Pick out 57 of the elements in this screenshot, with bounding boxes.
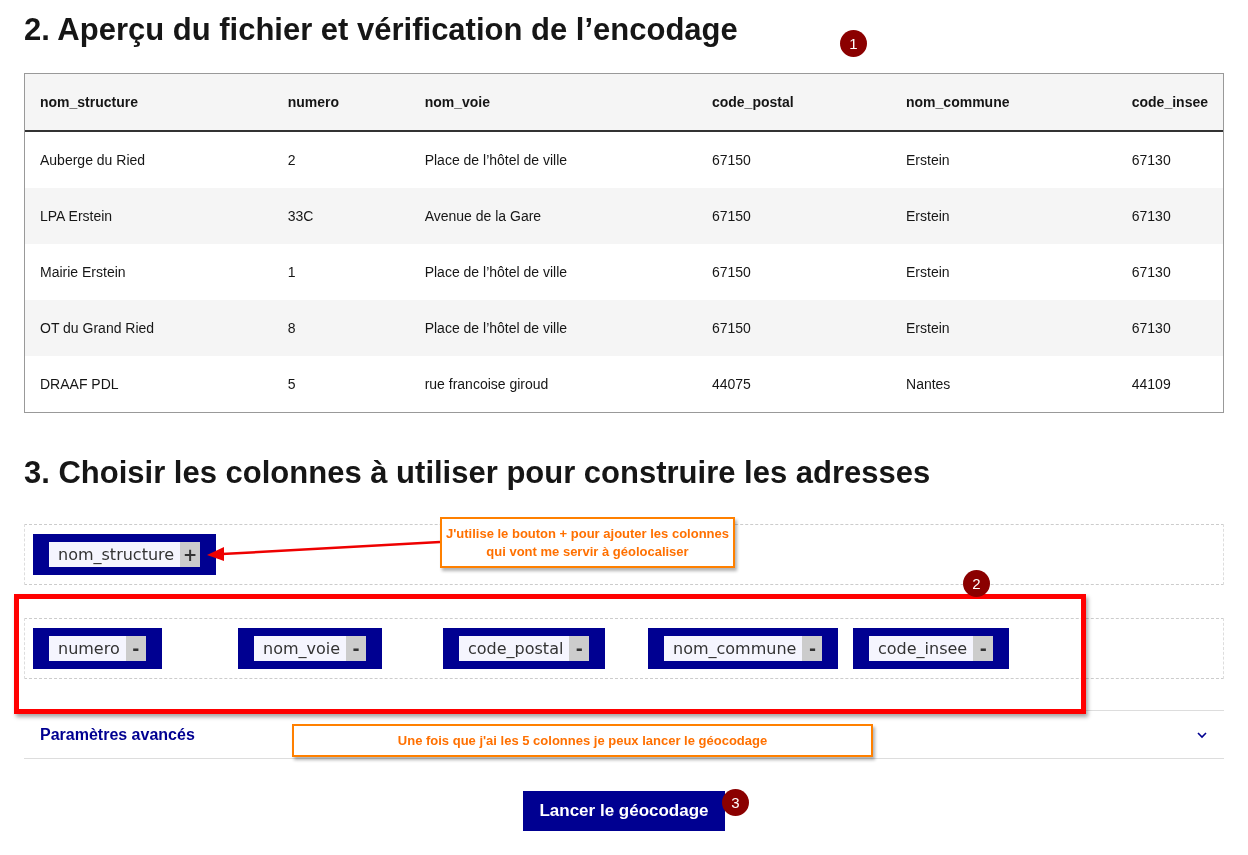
column-name: nom_structure: [49, 542, 181, 567]
callout-note: Une fois que j'ai les 5 colonnes je peux lancer le géocodage: [292, 724, 873, 757]
header-cell: nom_commune: [891, 74, 1117, 131]
table-cell: 44075: [696, 356, 891, 412]
column-name: nom_commune: [664, 636, 803, 661]
table-cell: Erstein: [891, 244, 1117, 300]
remove-button[interactable]: -: [346, 636, 367, 661]
column-name: nom_voie: [254, 636, 347, 661]
table-cell: 67130: [1116, 300, 1223, 356]
table-cell: Mairie Erstein: [25, 244, 273, 300]
header-cell: nom_structure: [25, 74, 273, 131]
column-name: numero: [49, 636, 126, 661]
table-cell: Nantes: [891, 356, 1117, 412]
section-title: 2. Aperçu du fichier et vérification de l’encodage: [24, 12, 738, 48]
table-cell: 1: [272, 244, 410, 300]
table-cell: 67130: [1116, 131, 1223, 188]
chevron-icon: [1196, 730, 1208, 739]
column-name: code_insee: [869, 636, 974, 661]
table-cell: Place de l’hôtel de ville: [409, 244, 697, 300]
remove-button[interactable]: -: [973, 636, 994, 661]
table-cell: OT du Grand Ried: [25, 300, 273, 356]
table-cell: 67130: [1116, 188, 1223, 244]
number-badge: 1: [840, 30, 867, 57]
table-cell: DRAAF PDL: [25, 356, 273, 412]
remove-button[interactable]: -: [125, 636, 146, 661]
header-cell: code_postal: [696, 74, 891, 131]
header-cell: numero: [272, 74, 410, 131]
table-cell: Avenue de la Gare: [409, 188, 697, 244]
number-badge: 3: [722, 789, 749, 816]
header-cell: code_insee: [1116, 74, 1223, 131]
submit-button[interactable]: Lancer le géocodage: [523, 791, 725, 831]
table-cell: Erstein: [891, 188, 1117, 244]
column-name: code_postal: [459, 636, 570, 661]
table-cell: 67150: [696, 188, 891, 244]
table-cell: 67130: [1116, 244, 1223, 300]
add-button[interactable]: +: [180, 542, 201, 567]
remove-button[interactable]: -: [569, 636, 590, 661]
number-badge: 2: [963, 570, 990, 597]
table-cell: 44109: [1116, 356, 1223, 412]
table-cell: LPA Erstein: [25, 188, 273, 244]
table-cell: rue francoise giroud: [409, 356, 697, 412]
header-cell: nom_voie: [409, 74, 697, 131]
table-cell: 8: [272, 300, 410, 356]
table-cell: Auberge du Ried: [25, 131, 273, 188]
table-cell: Erstein: [891, 300, 1117, 356]
callout-note: J'utilise le bouton + pour ajouter les colonnes qui vont me servir à géolocaliser: [440, 517, 735, 568]
table-cell: 67150: [696, 131, 891, 188]
table-cell: 67150: [696, 300, 891, 356]
table-cell: Place de l’hôtel de ville: [409, 300, 697, 356]
table-cell: 67150: [696, 244, 891, 300]
table-cell: 5: [272, 356, 410, 412]
table-cell: 33C: [272, 188, 410, 244]
table-cell: 2: [272, 131, 410, 188]
remove-button[interactable]: -: [802, 636, 823, 661]
section-title: 3. Choisir les colonnes à utiliser pour construire les adresses: [24, 455, 931, 491]
table-cell: Erstein: [891, 131, 1117, 188]
table-cell: Place de l’hôtel de ville: [409, 131, 697, 188]
